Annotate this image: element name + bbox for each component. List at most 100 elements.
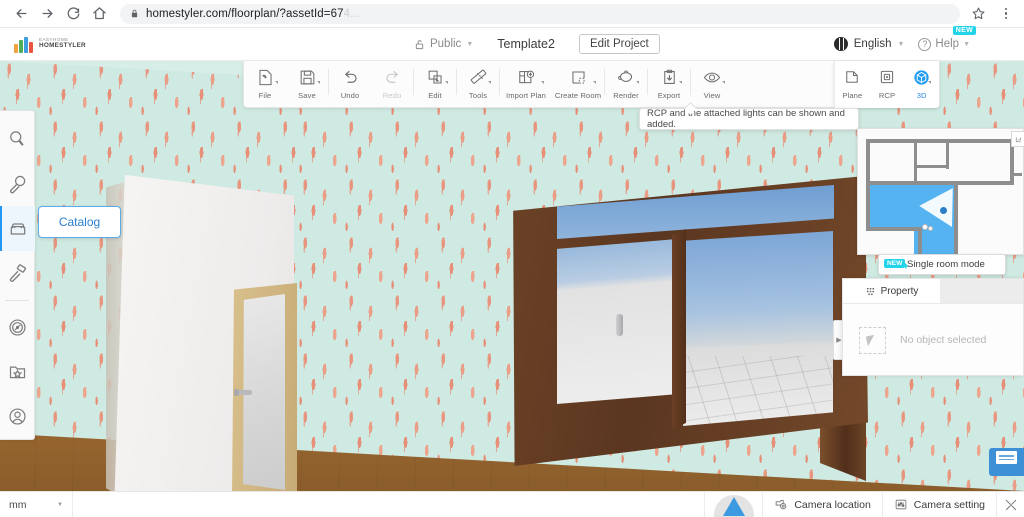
toolbar-view-button[interactable]: View xyxy=(691,61,733,106)
save-icon xyxy=(296,66,318,88)
unit-selector[interactable]: mm ▼ xyxy=(0,492,73,517)
dropdown-corner-icon xyxy=(275,81,278,84)
single-room-mode-label: Single room mode xyxy=(907,259,985,270)
help-label: Help xyxy=(935,38,959,50)
toolbar-export-button[interactable]: Export xyxy=(648,61,690,106)
toolbar-file-button[interactable]: File xyxy=(244,61,286,106)
view-mode-rcp[interactable]: RCP xyxy=(870,61,905,106)
eye-icon xyxy=(701,66,723,88)
create-room-icon xyxy=(567,66,589,88)
url-text: homestyler.com/floorplan/?assetId=674... xyxy=(146,8,360,20)
view-mode-rcp-label: RCP xyxy=(879,91,895,100)
rcp-tooltip: RCP and the attached lights can be shown… xyxy=(639,108,859,130)
chevron-down-icon: ▼ xyxy=(466,41,473,48)
library-panel-icon[interactable] xyxy=(989,448,1024,476)
view-mode-plane[interactable]: Plane xyxy=(835,61,870,106)
toolbar-import-plan-label: Import Plan xyxy=(506,91,546,100)
file-icon xyxy=(254,66,276,88)
tab-placeholder[interactable] xyxy=(941,279,1023,303)
3d-viewport[interactable] xyxy=(0,61,1024,491)
camera-setting-label: Camera setting xyxy=(914,499,985,511)
edit-project-button[interactable]: Edit Project xyxy=(579,34,660,54)
toolbar-edit-button[interactable]: Edit xyxy=(414,61,456,106)
toolbar-tools-button[interactable]: Tools xyxy=(457,61,499,106)
dropdown-corner-icon xyxy=(317,81,320,84)
dropdown-corner-icon xyxy=(928,81,931,84)
search-icon[interactable] xyxy=(0,117,35,162)
toolbar-render-button[interactable]: Render xyxy=(605,61,647,106)
window-handle xyxy=(616,314,623,336)
address-bar[interactable]: homestyler.com/floorplan/?assetId=674... xyxy=(120,4,960,24)
sidebar-item-catalog[interactable] xyxy=(0,206,35,251)
dropdown-corner-icon xyxy=(488,81,491,84)
reload-icon[interactable] xyxy=(60,1,86,27)
dropdown-corner-icon xyxy=(636,81,639,84)
compass-widget[interactable] xyxy=(704,492,762,517)
camera-setting-button[interactable]: Camera setting xyxy=(882,492,996,517)
toolbar-undo-button[interactable]: Undo xyxy=(329,61,371,106)
bottom-status-bar: mm ▼ Camera location Camera setting xyxy=(0,491,1024,517)
visibility-selector[interactable]: Public ▼ xyxy=(414,38,473,51)
toolbar-file-label: File xyxy=(259,91,272,100)
browser-toolbar: homestyler.com/floorplan/?assetId=674... xyxy=(0,0,1024,28)
kebab-menu-icon[interactable] xyxy=(996,2,1016,26)
language-selector[interactable]: English ▼ xyxy=(834,37,905,51)
new-badge: NEW xyxy=(953,26,976,35)
folder-star-icon[interactable] xyxy=(0,350,35,395)
homestyler-logo-icon xyxy=(14,36,34,53)
edit-icon xyxy=(424,66,446,88)
export-icon xyxy=(658,66,680,88)
dropdown-corner-icon xyxy=(541,81,544,84)
compass-dial-icon[interactable] xyxy=(0,305,35,350)
help-menu[interactable]: ? Help ▼ NEW xyxy=(918,38,970,51)
user-icon[interactable] xyxy=(0,394,35,439)
expand-icon[interactable] xyxy=(1011,131,1024,147)
single-room-mode-chip[interactable]: NEW Single room mode xyxy=(878,254,1006,275)
back-icon[interactable] xyxy=(8,1,34,27)
library-panel-glyph xyxy=(996,451,1017,464)
no-selection-text: No object selected xyxy=(900,334,986,346)
property-panel-tabs: Property xyxy=(843,279,1023,304)
floorplan-minimap[interactable] xyxy=(857,128,1024,255)
plane-view-icon xyxy=(841,66,863,88)
toolbar-redo-button[interactable]: Redo xyxy=(371,61,413,106)
fullscreen-icon[interactable] xyxy=(996,492,1024,517)
toolbar-create-room-button[interactable]: Create Room xyxy=(552,61,604,106)
tab-property-label: Property xyxy=(881,286,919,297)
camera-position-dot xyxy=(940,207,947,214)
tab-property[interactable]: Property xyxy=(843,279,941,303)
undo-icon xyxy=(339,66,361,88)
forward-icon[interactable] xyxy=(34,1,60,27)
toolbar-create-room-label: Create Room xyxy=(555,91,601,100)
homestyler-app: homestyler.com/floorplan/?assetId=674...… xyxy=(0,0,1024,517)
property-grid-icon xyxy=(865,286,876,297)
toolbar-render-label: Render xyxy=(613,91,639,100)
toolbar-import-plan-button[interactable]: Import Plan xyxy=(500,61,552,106)
star-icon[interactable] xyxy=(966,2,990,26)
magic-wand-icon[interactable] xyxy=(0,162,35,207)
view-mode-3d[interactable]: 3D xyxy=(904,61,939,106)
camera-location-button[interactable]: Camera location xyxy=(762,492,881,517)
toolbar-undo-label: Undo xyxy=(341,91,360,100)
paint-roller-icon[interactable] xyxy=(0,251,35,296)
property-panel: Property No object selected xyxy=(842,278,1024,376)
unit-value: mm xyxy=(9,499,27,511)
lock-icon xyxy=(130,8,139,19)
toolbar-redo-label: Redo xyxy=(383,91,402,100)
selection-marquee-icon xyxy=(859,327,886,354)
toolbar-view-label: View xyxy=(704,91,721,100)
home-icon[interactable] xyxy=(86,1,112,27)
toolbar-save-button[interactable]: Save xyxy=(286,61,328,106)
view-mode-3d-label: 3D xyxy=(917,91,927,100)
brand-logo[interactable]: EASYHOME HOMESTYLER xyxy=(0,36,240,53)
rcp-view-icon xyxy=(876,66,898,88)
catalog-tooltip[interactable]: Catalog xyxy=(38,206,121,238)
question-mark-icon: ? xyxy=(918,38,931,51)
globe-icon xyxy=(834,37,848,51)
ruler-icon xyxy=(467,66,489,88)
toolbar-save-label: Save xyxy=(298,91,316,100)
camera-target-dot xyxy=(928,226,933,231)
project-name: Template2 xyxy=(497,37,555,51)
chevron-down-icon: ▼ xyxy=(897,41,904,48)
chevron-down-icon: ▼ xyxy=(57,502,63,508)
